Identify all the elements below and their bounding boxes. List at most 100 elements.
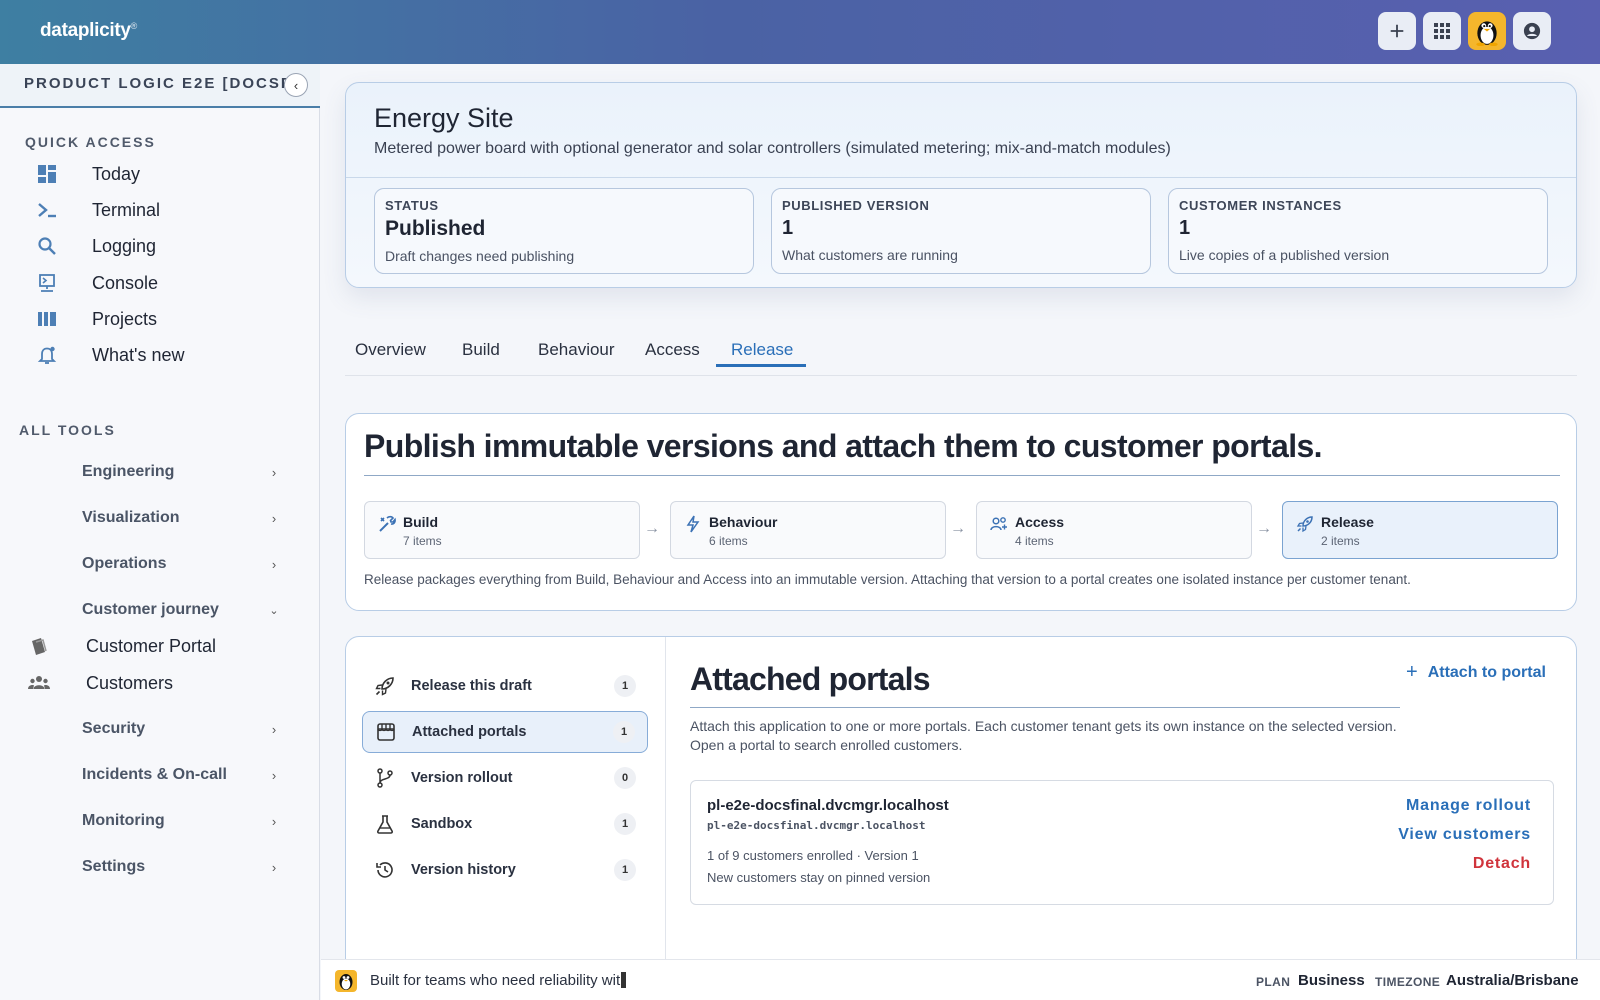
sidebar-item-label: Customer Portal <box>86 635 217 656</box>
step-name: Release <box>1321 514 1374 530</box>
publish-heading: Publish immutable versions and attach th… <box>364 428 1323 464</box>
footer-message: Built for teams who need reliability wit <box>370 972 627 989</box>
step-behaviour[interactable]: Behaviour 6 items <box>670 501 946 559</box>
chevron-right-icon: › <box>271 464 277 480</box>
step-build[interactable]: Build 7 items <box>364 501 640 559</box>
sidebar-item-customer-portal[interactable]: Customer Portal <box>28 630 308 662</box>
org-name: PRODUCT LOGIC E2E [DOCSFINAL] <box>24 75 286 92</box>
nav-attached-portals[interactable]: Attached portals 1 <box>362 711 648 753</box>
tux-icon <box>1476 21 1498 46</box>
sidebar-item-label: Customers <box>86 672 174 693</box>
stat-key: STATUS <box>385 198 439 213</box>
attached-portals-description: Attach this application to one or more p… <box>690 718 1397 753</box>
tool-security[interactable]: Security › <box>82 714 282 744</box>
manage-rollout-link[interactable]: Manage rollout <box>1406 797 1531 815</box>
sidebar-item-console[interactable]: Console <box>24 267 304 299</box>
tab-overview[interactable]: Overview <box>355 340 426 372</box>
active-tab-indicator <box>716 364 806 367</box>
bell-icon <box>24 345 70 365</box>
tool-label: Security <box>82 720 146 737</box>
count-badge: 1 <box>613 721 635 743</box>
stat-desc: Live copies of a published version <box>1179 247 1390 263</box>
sidebar-item-terminal[interactable]: Terminal <box>24 194 304 226</box>
nav-label: Version rollout <box>411 770 513 786</box>
tool-label: Engineering <box>82 463 175 480</box>
tab-behaviour[interactable]: Behaviour <box>538 340 615 372</box>
tool-incidents[interactable]: Incidents & On-call › <box>82 760 282 790</box>
release-nav: Release this draft 1 Attached portals 1 … <box>346 637 666 965</box>
sidebar-item-projects[interactable]: Projects <box>24 303 304 335</box>
header-divider <box>346 177 1576 178</box>
nav-version-rollout[interactable]: Version rollout 0 <box>362 757 648 799</box>
publish-note: Release packages everything from Build, … <box>364 572 1411 587</box>
tab-access[interactable]: Access <box>645 340 700 372</box>
add-button[interactable] <box>1378 12 1416 50</box>
plan-key: PLAN <box>1256 975 1291 989</box>
store-icon <box>377 723 395 741</box>
step-release[interactable]: Release 2 items <box>1282 501 1558 559</box>
sidebar: PRODUCT LOGIC E2E [DOCSFINAL] ‹ QUICK AC… <box>0 64 320 1000</box>
publish-overview-card: Publish immutable versions and attach th… <box>345 413 1577 611</box>
sidebar-item-today[interactable]: Today <box>24 158 304 190</box>
count-badge: 1 <box>614 675 636 697</box>
step-access[interactable]: Access 4 items <box>976 501 1252 559</box>
portal-card: pl-e2e-docsfinal.dvcmgr.localhost pl-e2e… <box>690 780 1554 905</box>
tool-engineering[interactable]: Engineering › <box>82 457 282 487</box>
arrow-right-icon: → <box>644 520 660 537</box>
nav-release-draft[interactable]: Release this draft 1 <box>362 665 648 707</box>
tab-build[interactable]: Build <box>462 340 500 372</box>
stat-desc: What customers are running <box>782 247 958 263</box>
stat-key: CUSTOMER INSTANCES <box>1179 198 1342 213</box>
nav-label: Release this draft <box>411 678 532 694</box>
tab-release[interactable]: Release <box>731 340 793 372</box>
branch-icon <box>377 768 393 788</box>
tool-label: Settings <box>82 858 146 875</box>
sidebar-item-label: Logging <box>92 235 157 256</box>
tool-monitoring[interactable]: Monitoring › <box>82 806 282 836</box>
nav-sandbox[interactable]: Sandbox 1 <box>362 803 648 845</box>
nav-version-history[interactable]: Version history 1 <box>362 849 648 891</box>
step-name: Access <box>1015 514 1065 530</box>
chevron-right-icon: › <box>271 859 277 875</box>
page-subtitle: Metered power board with optional genera… <box>374 140 1171 157</box>
portal-host-mono: pl-e2e-docsfinal.dvcmgr.localhost <box>707 819 926 832</box>
sidebar-item-label: Projects <box>92 308 158 329</box>
tool-operations[interactable]: Operations › <box>82 549 282 579</box>
chevron-right-icon: › <box>271 813 277 829</box>
logo-text: dataplicity <box>40 20 131 41</box>
detach-link[interactable]: Detach <box>1473 855 1531 873</box>
tool-customer-journey[interactable]: Customer journey ⌄ <box>82 595 282 625</box>
stat-value: 1 <box>1179 217 1191 239</box>
chevron-right-icon: › <box>271 767 277 783</box>
app-logo[interactable]: dataplicity® <box>40 20 137 42</box>
sidebar-item-whats-new[interactable]: What's new <box>24 339 304 371</box>
step-name: Build <box>403 514 438 530</box>
step-count: 7 items <box>403 534 442 548</box>
attach-to-portal-button[interactable]: + Attach to portal <box>1406 661 1546 684</box>
collapse-sidebar-button[interactable]: ‹ <box>284 73 308 97</box>
tool-visualization[interactable]: Visualization › <box>82 503 282 533</box>
apps-button[interactable] <box>1423 12 1461 50</box>
tool-settings[interactable]: Settings › <box>82 852 282 882</box>
page-title: Energy Site <box>374 103 514 133</box>
console-icon <box>24 273 70 293</box>
stat-value: Published <box>385 217 486 240</box>
terminal-icon <box>24 200 70 220</box>
tools-icon <box>379 515 396 532</box>
chevron-down-icon: ⌄ <box>269 604 279 617</box>
arrow-right-icon: → <box>950 520 966 537</box>
stat-value: 1 <box>782 217 794 239</box>
sidebar-item-logging[interactable]: Logging <box>24 230 304 262</box>
plan-value: Business <box>1298 972 1365 989</box>
tux-avatar-button[interactable] <box>1468 12 1506 50</box>
account-circle-icon <box>1523 22 1541 40</box>
stat-desc: Draft changes need publishing <box>385 248 575 264</box>
attached-portals-heading: Attached portals <box>690 661 930 697</box>
view-customers-link[interactable]: View customers <box>1398 826 1531 844</box>
step-count: 2 items <box>1321 534 1360 548</box>
account-button[interactable] <box>1513 12 1551 50</box>
tux-icon <box>335 970 357 992</box>
footer-message-text: Built for teams who need reliability wit <box>370 972 621 989</box>
org-switcher[interactable]: PRODUCT LOGIC E2E [DOCSFINAL] ‹ <box>0 64 320 108</box>
sidebar-item-customers[interactable]: Customers <box>28 667 308 699</box>
